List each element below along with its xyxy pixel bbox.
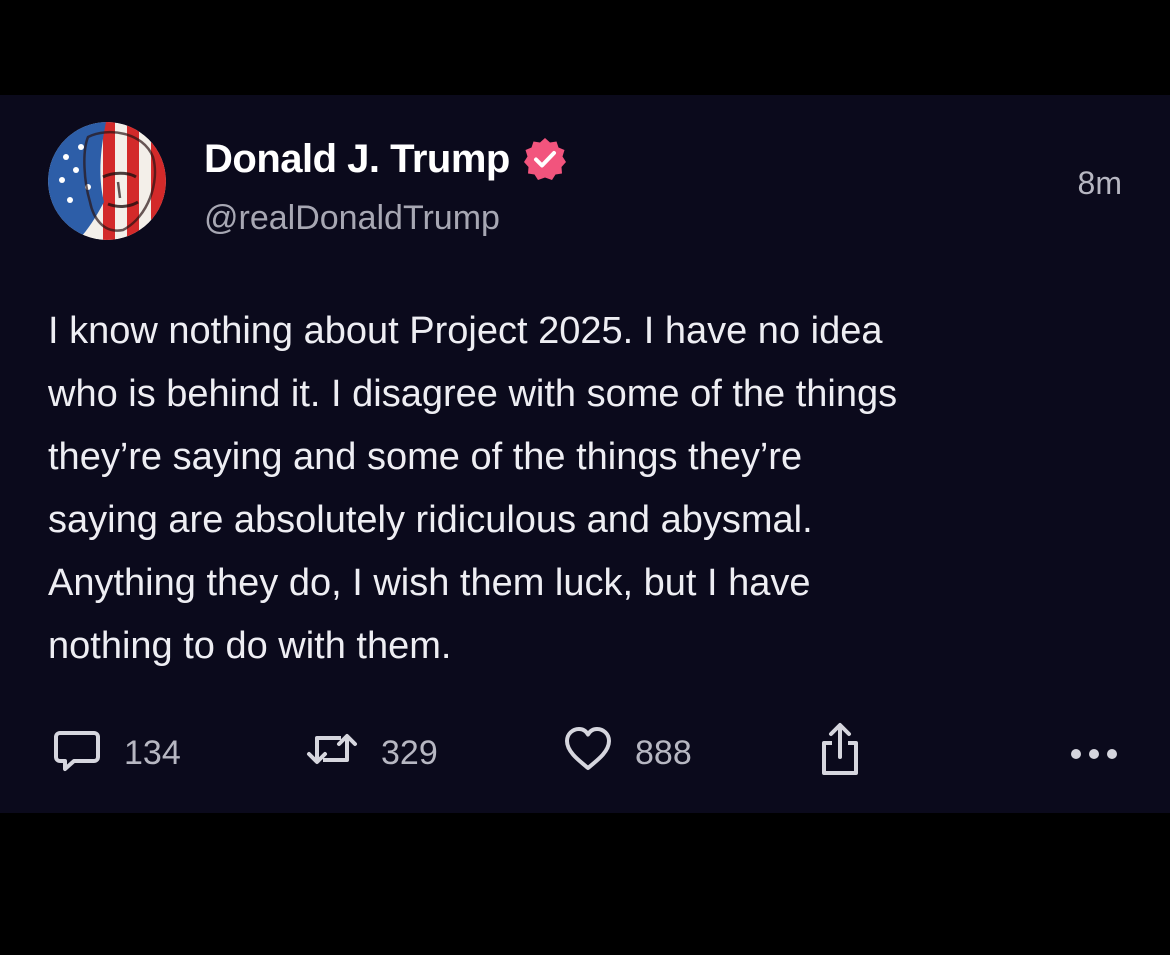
repost-count: 329 [381,733,438,772]
post-body-text: I know nothing about Project 2025. I hav… [48,310,898,667]
like-count: 888 [635,733,692,772]
author-avatar[interactable] [48,122,166,240]
speech-bubble-icon [52,724,102,783]
like-button[interactable]: 888 [563,725,692,781]
share-button[interactable] [816,722,864,781]
author-handle[interactable]: @realDonaldTrump [204,199,500,238]
author-display-name[interactable]: Donald J. Trump [204,137,510,182]
post-timestamp: 8m [1077,165,1122,201]
flag-portrait-icon [48,122,166,240]
author-name-row: Donald J. Trump [204,135,568,183]
post-actions-bar: 134 329 888 [0,722,1170,781]
reply-button[interactable]: 134 [52,725,181,781]
verified-badge-icon [522,136,568,182]
more-options-button[interactable] [1068,725,1120,781]
heart-icon [563,724,613,783]
repost-arrows-icon [305,724,359,783]
post-card[interactable]: Donald J. Trump @realDonaldTrump 8m I kn… [0,95,1170,813]
repost-button[interactable]: 329 [305,725,438,781]
more-dots-icon [1068,734,1120,773]
reply-count: 134 [124,733,181,772]
share-icon [816,721,864,786]
